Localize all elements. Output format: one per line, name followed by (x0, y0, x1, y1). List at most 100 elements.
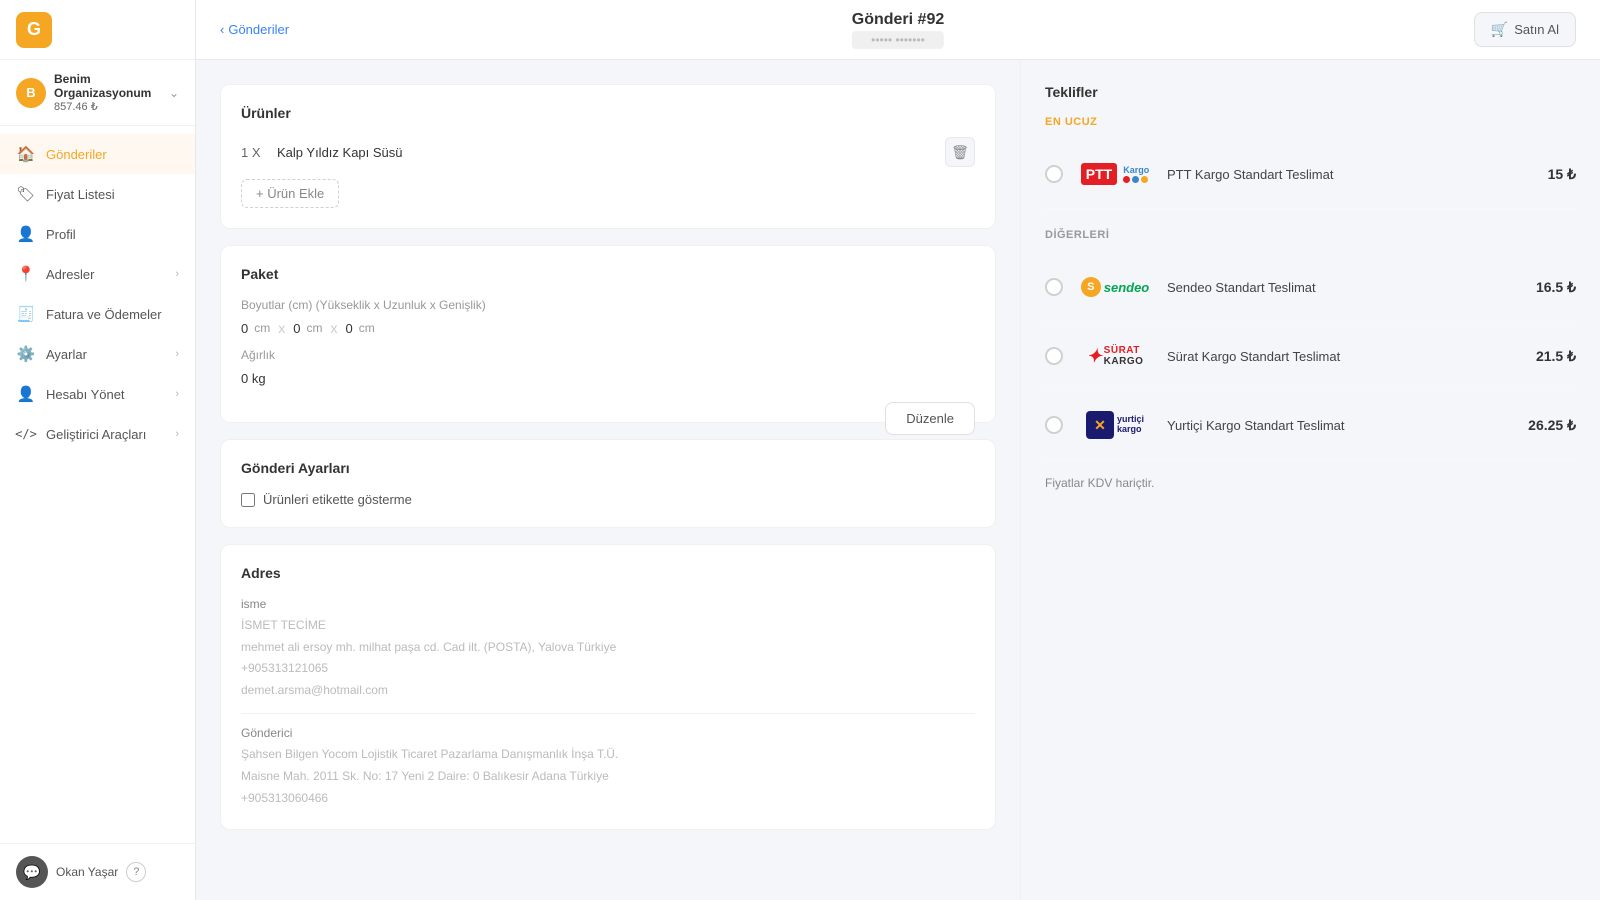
sidebar-item-fatura[interactable]: 🧾 Fatura ve Ödemeler (0, 294, 195, 334)
add-product-button[interactable]: + Ürün Ekle (241, 179, 339, 208)
offer-price-sendeo: 16.5 ₺ (1536, 279, 1576, 296)
code-icon: </> (16, 424, 36, 444)
dim-width-value: 0 (345, 321, 352, 336)
offer-name-ptt: PTT Kargo Standart Teslimat (1167, 167, 1536, 182)
recipient-name: İSMET TECİME (241, 615, 975, 637)
dim-height: 0 cm (241, 321, 270, 336)
show-products-checkbox[interactable] (241, 493, 255, 507)
offer-item-yurtici: ✕ yurtiçi kargo Yurtiçi Kargo Standart T… (1045, 391, 1576, 460)
address-line: mehmet ali ersoy mh. milhat paşa cd. Cad… (241, 637, 975, 659)
edit-button[interactable]: Düzenle (885, 402, 975, 435)
company-address: Maisne Mah. 2011 Sk. No: 17 Yeni 2 Daire… (241, 766, 975, 788)
chevron-down-icon: ⌄ (169, 86, 179, 100)
user-name: Okan Yaşar (56, 865, 118, 879)
org-avatar: B (16, 78, 46, 108)
sidebar-item-profil[interactable]: 👤 Profil (0, 214, 195, 254)
buy-button[interactable]: 🛒 Satın Al (1474, 12, 1576, 47)
settings-icon: ⚙️ (16, 344, 36, 364)
sidebar-footer: 💬 Okan Yaşar ? (0, 843, 195, 900)
location-icon: 📍 (16, 264, 36, 284)
offer-price-yurtici: 26.25 ₺ (1528, 417, 1576, 434)
back-label: Gönderiler (228, 22, 289, 37)
yurtici-logo: ✕ yurtiçi kargo (1075, 405, 1155, 445)
ptt-logo: PTT Kargo (1075, 154, 1155, 194)
products-section: Ürünler 1 X Kalp Yıldız Kapı Süsü 🗑 + Ür… (220, 84, 996, 229)
chevron-left-icon: ‹ (220, 22, 224, 37)
main-content: ‹ Gönderiler Gönderi #92 ••••• ••••••• 🛒… (196, 0, 1600, 900)
product-name: Kalp Yıldız Kapı Süsü (277, 145, 933, 160)
kdv-note: Fiyatlar KDV hariçtir. (1045, 476, 1576, 490)
checkbox-label: Ürünleri etikette gösterme (263, 492, 412, 507)
topbar-subtitle: ••••• ••••••• (852, 31, 944, 49)
sidebar-item-label: Geliştirici Araçları (46, 427, 175, 442)
sidebar-item-label: Hesabı Yönet (46, 387, 175, 402)
dim-sep-1: x (278, 320, 285, 336)
help-icon[interactable]: ? (126, 862, 146, 882)
dim-width-unit: cm (359, 321, 375, 335)
nav-menu: 🏠 Gönderiler 🏷 Fiyat Listesi 👤 Profil 📍 … (0, 126, 195, 843)
recipient-label: isme (241, 597, 975, 611)
product-row: 1 X Kalp Yıldız Kapı Süsü 🗑 (241, 137, 975, 167)
org-section[interactable]: B Benim Organizasyonum 857.46 ₺ ⌄ (0, 60, 195, 126)
dim-width: 0 cm (345, 321, 374, 336)
sidebar-item-gonderiler[interactable]: 🏠 Gönderiler (0, 134, 195, 174)
page-title: Gönderi #92 (852, 11, 944, 29)
weight-row: Ağırlık 0 kg (241, 348, 975, 386)
sidebar: G B Benim Organizasyonum 857.46 ₺ ⌄ 🏠 Gö… (0, 0, 196, 900)
shipment-settings-title: Gönderi Ayarları (241, 460, 975, 476)
sidebar-item-label: Fatura ve Ödemeler (46, 307, 179, 322)
dimensions-label: Boyutlar (cm) (Yükseklik x Uzunluk x Gen… (241, 298, 975, 312)
offer-price-ptt: 15 ₺ (1548, 166, 1576, 183)
sidebar-logo: G (0, 0, 195, 60)
offer-item-surat: ✦ SÜRAT KARGO Sürat Kargo Standart Tesli… (1045, 322, 1576, 391)
dim-height-value: 0 (241, 321, 248, 336)
topbar-actions: 🛒 Satın Al (1474, 12, 1576, 47)
offers-panel: Teklifler EN UCUZ PTT Kargo (1020, 60, 1600, 900)
dim-length-unit: cm (306, 321, 322, 335)
sidebar-item-hesabi-yonet[interactable]: 👤 Hesabı Yönet › (0, 374, 195, 414)
delete-product-button[interactable]: 🗑 (945, 137, 975, 167)
dim-height-unit: cm (254, 321, 270, 335)
sidebar-item-label: Ayarlar (46, 347, 175, 362)
chat-button[interactable]: 💬 (16, 856, 48, 888)
offer-name-yurtici: Yurtiçi Kargo Standart Teslimat (1167, 418, 1516, 433)
offer-radio-yurtici[interactable] (1045, 416, 1063, 434)
dim-length-value: 0 (293, 321, 300, 336)
checkbox-row: Ürünleri etikette gösterme (241, 492, 975, 507)
sidebar-item-adresler[interactable]: 📍 Adresler › (0, 254, 195, 294)
offer-item-ptt: PTT Kargo PTT Kargo Standart (1045, 140, 1576, 209)
chevron-right-icon: › (175, 388, 179, 400)
add-product-label: + Ürün Ekle (256, 186, 324, 201)
org-balance: 857.46 ₺ (54, 100, 169, 113)
products-title: Ürünler (241, 105, 975, 121)
content-area: Ürünler 1 X Kalp Yıldız Kapı Süsü 🗑 + Ür… (196, 60, 1600, 900)
cart-icon: 🛒 (1491, 21, 1508, 38)
offer-radio-sendeo[interactable] (1045, 278, 1063, 296)
sidebar-item-ayarlar[interactable]: ⚙️ Ayarlar › (0, 334, 195, 374)
package-section: Paket Boyutlar (cm) (Yükseklik x Uzunluk… (220, 245, 996, 423)
address-title: Adres (241, 565, 975, 581)
offer-name-sendeo: Sendeo Standart Teslimat (1167, 280, 1524, 295)
buy-label: Satın Al (1514, 22, 1559, 37)
sidebar-item-label: Gönderiler (46, 147, 179, 162)
dimensions-row: 0 cm x 0 cm x 0 cm (241, 320, 975, 336)
shipment-settings-section: Gönderi Ayarları Ürünleri etikette göste… (220, 439, 996, 528)
sidebar-item-fiyat-listesi[interactable]: 🏷 Fiyat Listesi (0, 174, 195, 214)
tag-icon: 🏷 (16, 184, 36, 204)
offers-title: Teklifler (1045, 84, 1576, 100)
sidebar-item-gelistirici[interactable]: </> Geliştirici Araçları › (0, 414, 195, 454)
logo-icon: G (16, 12, 52, 48)
address-email: demet.arsma@hotmail.com (241, 680, 975, 702)
address-phone: +905313121065 (241, 658, 975, 680)
offer-radio-ptt[interactable] (1045, 165, 1063, 183)
sidebar-item-label: Fiyat Listesi (46, 187, 179, 202)
address-section: Adres isme İSMET TECİME mehmet ali ersoy… (220, 544, 996, 830)
org-info: Benim Organizasyonum 857.46 ₺ (54, 72, 169, 113)
offer-radio-surat[interactable] (1045, 347, 1063, 365)
dim-sep-2: x (330, 320, 337, 336)
offer-item-sendeo: S sendeo Sendeo Standart Teslimat 16.5 ₺ (1045, 253, 1576, 322)
offer-name-surat: Sürat Kargo Standart Teslimat (1167, 349, 1524, 364)
back-link[interactable]: ‹ Gönderiler (220, 22, 289, 37)
sidebar-item-label: Adresler (46, 267, 175, 282)
weight-value: 0 kg (241, 371, 266, 386)
